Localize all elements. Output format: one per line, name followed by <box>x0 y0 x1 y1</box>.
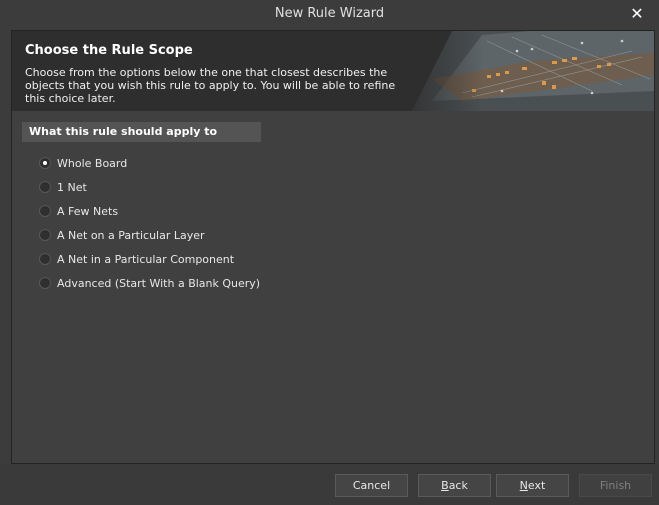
radio-button[interactable] <box>39 205 51 217</box>
banner-heading: Choose the Rule Scope <box>25 43 193 58</box>
scope-option-net-on-layer[interactable]: A Net on a Particular Layer <box>39 223 260 247</box>
radio-button[interactable] <box>39 253 51 265</box>
scope-option-label: Whole Board <box>57 156 128 170</box>
radio-button[interactable] <box>39 181 51 193</box>
wizard-page: Choose the Rule Scope Choose from the op… <box>11 30 655 464</box>
window-title: New Rule Wizard <box>274 6 385 21</box>
banner-description: Choose from the options below the one th… <box>25 66 396 105</box>
scope-option-label: Advanced (Start With a Blank Query) <box>57 276 261 290</box>
finish-button[interactable]: Finish <box>579 474 652 497</box>
scope-option-label: A Net in a Particular Component <box>57 252 235 266</box>
back-button[interactable]: Back <box>418 474 491 497</box>
header-banner: Choose the Rule Scope Choose from the op… <box>12 31 654 111</box>
scope-option-1-net[interactable]: 1 Net <box>39 175 260 199</box>
new-rule-wizard-dialog: New Rule Wizard ✕ Choose the Rule Scope … <box>0 0 659 505</box>
scope-option-net-in-component[interactable]: A Net in a Particular Component <box>39 247 260 271</box>
next-label-rest: ext <box>527 479 546 492</box>
scope-option-a-few-nets[interactable]: A Few Nets <box>39 199 260 223</box>
scope-option-whole-board[interactable]: Whole Board <box>39 151 260 175</box>
scope-option-advanced[interactable]: Advanced (Start With a Blank Query) <box>39 271 260 295</box>
radio-button[interactable] <box>39 277 51 289</box>
pcb-board-illustration <box>392 31 654 111</box>
close-icon[interactable]: ✕ <box>629 5 645 23</box>
next-mnemonic: N <box>519 479 528 492</box>
back-label-rest: ack <box>448 479 468 492</box>
button-bar: Cancel Back Next Finish <box>0 464 659 505</box>
scope-option-label: 1 Net <box>57 180 87 194</box>
scope-option-label: A Net on a Particular Layer <box>57 228 205 242</box>
radio-button[interactable] <box>39 229 51 241</box>
scope-radio-group: Whole Board 1 Net A Few Nets A Net on a … <box>39 151 260 295</box>
scope-section-header: What this rule should apply to <box>22 122 261 142</box>
cancel-button[interactable]: Cancel <box>335 474 408 497</box>
scope-option-label: A Few Nets <box>57 204 119 218</box>
back-mnemonic: B <box>441 479 449 492</box>
radio-button-checked[interactable] <box>39 157 51 169</box>
title-bar: New Rule Wizard ✕ <box>0 0 659 30</box>
next-button[interactable]: Next <box>496 474 569 497</box>
